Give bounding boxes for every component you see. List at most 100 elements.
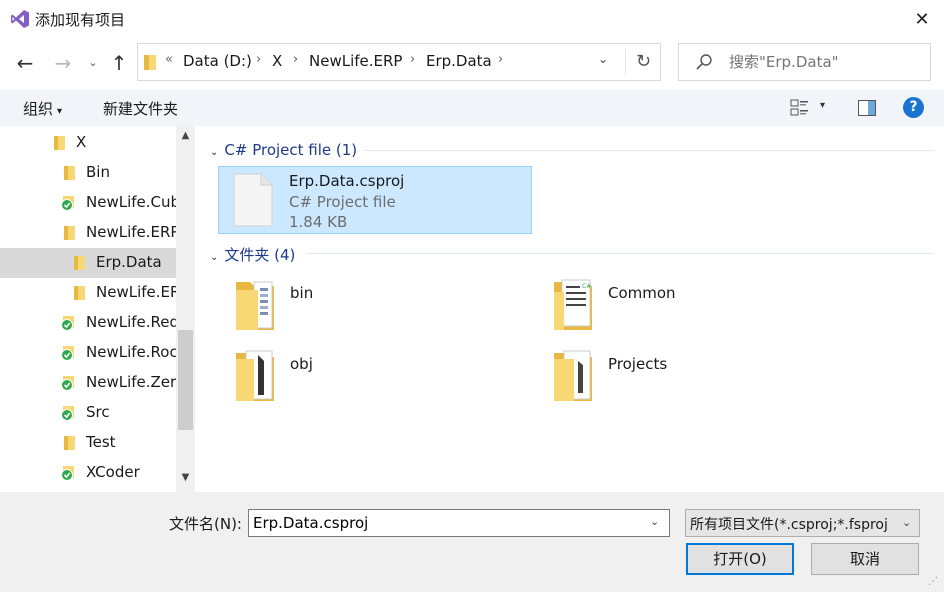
- folder-synced-icon: [61, 376, 74, 391]
- tree-item-erp-data[interactable]: Erp.Data: [0, 248, 176, 278]
- folder-icon: [74, 286, 85, 300]
- breadcrumb-newlife-erp[interactable]: NewLife.ERP: [309, 52, 402, 70]
- overflow-chevron-icon[interactable]: «: [165, 52, 173, 67]
- file-type-filter-value: 所有项目文件(*.csproj;*.fsproj: [690, 517, 888, 533]
- folder-synced-icon: [61, 406, 74, 421]
- visual-studio-icon: [11, 10, 29, 28]
- tree-item-label: X: [76, 133, 87, 151]
- address-bar[interactable]: « Data (D:) › X › NewLife.ERP › Erp.Data…: [137, 43, 661, 81]
- recent-locations-button[interactable]: ⌄: [84, 50, 102, 76]
- cancel-button[interactable]: 取消: [811, 543, 919, 575]
- chevron-down-icon: ⌄: [902, 516, 912, 529]
- change-view-icon[interactable]: [790, 98, 810, 118]
- filename-input[interactable]: [248, 509, 670, 537]
- svg-text:C#: C#: [582, 283, 591, 290]
- caret-down-icon: ▾: [57, 106, 63, 117]
- tree-item-x[interactable]: X: [0, 128, 176, 158]
- breadcrumb-separator-icon[interactable]: ›: [256, 52, 261, 67]
- folder-icon: [74, 256, 85, 270]
- preview-pane-icon[interactable]: [858, 100, 876, 116]
- back-button[interactable]: ←: [10, 50, 40, 76]
- folder-synced-icon: [61, 316, 74, 331]
- folder-icon: [64, 166, 75, 180]
- folder-item-common[interactable]: C# Common: [552, 276, 852, 340]
- tree-item-test[interactable]: Test: [0, 428, 176, 458]
- search-icon: [696, 54, 712, 70]
- folder-csharp-icon: C#: [554, 279, 592, 330]
- window-title: 添加现有项目: [35, 11, 126, 29]
- arrow-left-icon: ←: [16, 51, 34, 75]
- tree-item-newlife-erp[interactable]: NewLife.ERP: [0, 218, 180, 248]
- tree-item-label: Erp.Data: [96, 253, 162, 271]
- tree-item-newlife-roc[interactable]: NewLife.Roc: [0, 338, 178, 368]
- breadcrumb-drive[interactable]: Data (D:): [183, 52, 252, 70]
- file-size: 1.84 KB: [289, 213, 348, 231]
- file-type: C# Project file: [289, 193, 396, 211]
- tree-item-src[interactable]: Src: [0, 398, 176, 428]
- new-folder-button[interactable]: 新建文件夹: [103, 98, 178, 119]
- folder-icon: [54, 136, 65, 150]
- tree-item-newlife-cube[interactable]: NewLife.Cube: [0, 188, 189, 218]
- folder-file-icon: [236, 350, 274, 401]
- resize-grip-icon[interactable]: ⋰: [928, 576, 938, 587]
- organize-label: 组织: [23, 100, 54, 118]
- refresh-button[interactable]: ↻: [625, 49, 661, 75]
- filename-label: 文件名(N):: [169, 515, 242, 533]
- folder-label: Common: [608, 284, 676, 302]
- document-icon: [233, 173, 273, 227]
- folder-icon: [144, 55, 156, 70]
- group-header-folders[interactable]: ⌄ 文件夹 (4): [210, 244, 295, 265]
- chevron-down-icon: ⌄: [210, 147, 219, 158]
- close-button[interactable]: ✕: [906, 4, 938, 34]
- breadcrumb-separator-icon[interactable]: ›: [410, 52, 415, 67]
- breadcrumb-separator-icon[interactable]: ›: [498, 52, 503, 67]
- breadcrumb-x[interactable]: X: [272, 52, 282, 70]
- folder-label: bin: [290, 284, 314, 302]
- forward-button[interactable]: →: [48, 50, 78, 76]
- open-button[interactable]: 打开(O): [686, 543, 794, 575]
- folder-item-obj[interactable]: obj: [234, 347, 534, 411]
- file-type-filter-select[interactable]: 所有项目文件(*.csproj;*.fsproj ⌄: [685, 509, 920, 537]
- group-divider: [306, 253, 934, 254]
- scroll-down-icon[interactable]: ▼: [176, 472, 195, 488]
- arrow-up-icon: ↑: [110, 51, 128, 75]
- tree-item-bin[interactable]: Bin: [0, 158, 176, 188]
- tree-item-newlife-erp-web[interactable]: NewLife.ERP.Web: [0, 278, 195, 308]
- refresh-icon: ↻: [635, 51, 652, 72]
- group-label: 文件夹 (4): [224, 246, 296, 264]
- filename-history-dropdown-icon[interactable]: ⌄: [650, 515, 659, 528]
- chevron-down-icon: ⌄: [210, 252, 219, 263]
- file-item-erp-data-csproj[interactable]: Erp.Data.csproj C# Project file 1.84 KB: [218, 166, 532, 234]
- search-input[interactable]: [729, 53, 919, 71]
- search-box[interactable]: [678, 43, 931, 81]
- group-header-project-file[interactable]: ⌄ C# Project file (1): [210, 141, 357, 159]
- close-icon: ✕: [914, 8, 930, 30]
- folder-icon: [64, 226, 75, 240]
- file-list: ⌄ C# Project file (1) Erp.Data.csproj C# …: [196, 126, 944, 492]
- folder-icon: [64, 436, 75, 450]
- folder-item-projects[interactable]: Projects: [552, 347, 852, 411]
- organize-button[interactable]: 组织 ▾: [23, 98, 62, 119]
- group-divider: [364, 150, 934, 151]
- breadcrumb-erp-data[interactable]: Erp.Data: [426, 52, 492, 70]
- nav-scrollbar[interactable]: ▲ ▼: [176, 126, 195, 492]
- view-caret-icon[interactable]: ▾: [820, 100, 825, 111]
- tree-item-label: Test: [86, 433, 116, 451]
- tree-item-newlife-zero[interactable]: NewLife.Zero: [0, 368, 185, 398]
- breadcrumb-separator-icon[interactable]: ›: [293, 52, 298, 67]
- tree-item-label: NewLife.Zero: [86, 373, 186, 391]
- address-dropdown-icon[interactable]: ⌄: [593, 52, 613, 66]
- folder-item-bin[interactable]: bin: [234, 276, 534, 340]
- scroll-up-icon[interactable]: ▲: [176, 130, 195, 146]
- scroll-thumb[interactable]: [178, 330, 193, 430]
- folder-synced-icon: [61, 466, 74, 481]
- command-toolbar: 组织 ▾ 新建文件夹 ▾ ?: [0, 90, 944, 126]
- help-button[interactable]: ?: [903, 97, 924, 118]
- navigation-pane: X Bin NewLife.Cube NewLife.ERP Erp.Data …: [0, 126, 195, 492]
- tree-item-newlife-redis[interactable]: NewLife.Redis: [0, 308, 191, 338]
- tree-item-label: NewLife.ERP: [86, 223, 180, 241]
- tree-item-xcoder[interactable]: XCoder: [0, 458, 176, 488]
- tree-item-label: NewLife.Roc: [86, 343, 178, 361]
- up-button[interactable]: ↑: [106, 50, 132, 76]
- group-label: C# Project file (1): [224, 141, 358, 159]
